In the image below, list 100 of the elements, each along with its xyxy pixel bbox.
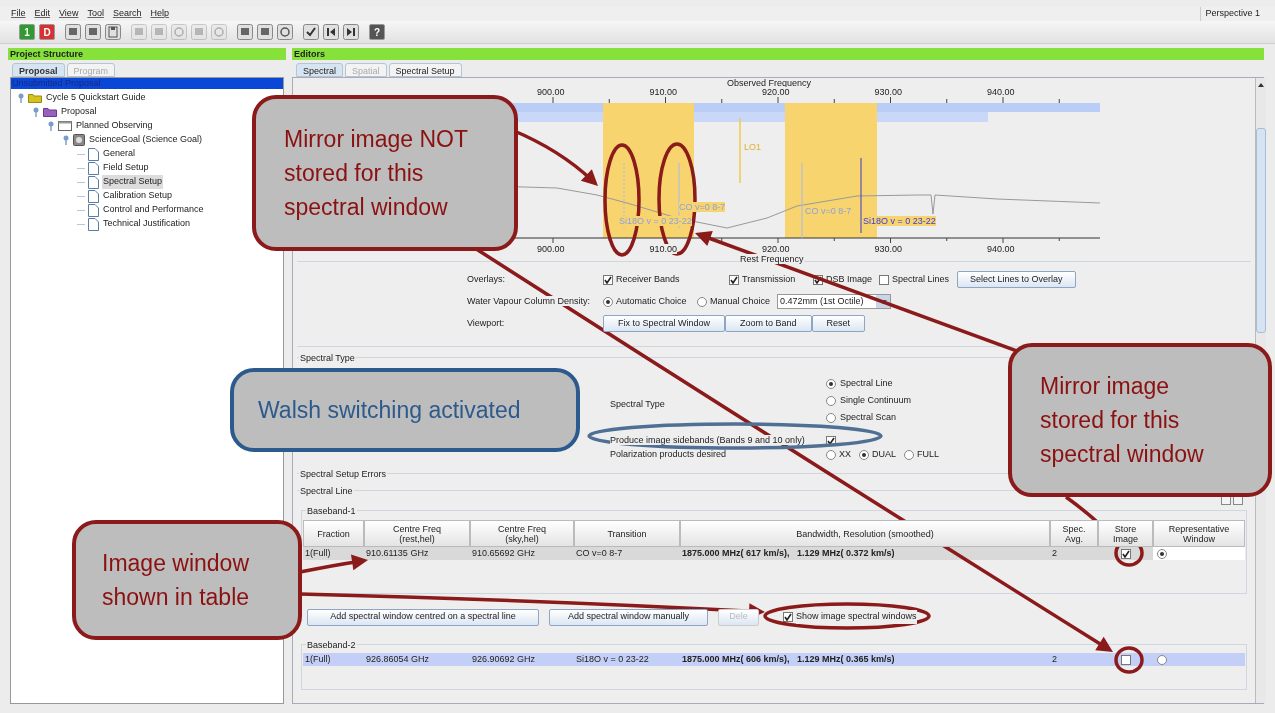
expand-handle-icon[interactable] bbox=[62, 135, 70, 145]
table-row[interactable]: 1(Full) 926.86054 GHz 926.90692 GHz Si18O v = 0 23-22 1875.000 MHz( 606 km/s), 1.129 MHz( 0.365 km/s) 2 bbox=[303, 653, 1245, 666]
checkmark-icon[interactable] bbox=[303, 24, 319, 40]
expand-handle-icon[interactable] bbox=[17, 93, 25, 103]
tree-item[interactable]: Planned Observing bbox=[75, 119, 154, 133]
checkbox[interactable] bbox=[813, 274, 823, 285]
button[interactable]: Zoom to Band bbox=[725, 315, 812, 332]
button[interactable]: Fix to Spectral Window bbox=[603, 315, 726, 332]
radio-label: Spectral Scan bbox=[840, 411, 897, 425]
save-icon[interactable] bbox=[105, 24, 121, 40]
menu-item[interactable]: Help bbox=[150, 7, 169, 21]
checkbox[interactable] bbox=[783, 612, 793, 622]
button[interactable]: Reset bbox=[811, 315, 866, 332]
column-header[interactable]: Centre Freq (rest,hel) bbox=[364, 520, 470, 547]
tree-item[interactable]: Calibration Setup bbox=[102, 189, 174, 203]
table-cell-text: 1(Full) bbox=[304, 652, 332, 666]
column-header[interactable]: Spec. Avg. bbox=[1050, 520, 1098, 547]
tree-item[interactable]: Technical Justification bbox=[102, 217, 192, 231]
tree-item[interactable]: Field Setup bbox=[102, 161, 150, 175]
table-row[interactable]: 1(Full) 910.61135 GHz 910.65692 GHz CO v=0 8-7 1875.000 MHz( 617 km/s), 1.129 MHz( 0.372 km/s) 2 bbox=[303, 547, 1245, 560]
radio-button[interactable] bbox=[826, 396, 836, 406]
scrollbar-thumb[interactable] bbox=[1256, 128, 1266, 333]
tab[interactable]: Spectral bbox=[296, 63, 344, 77]
tick-label: 910.00 bbox=[649, 244, 678, 254]
line-marker bbox=[623, 162, 625, 229]
button[interactable]: Add spectral window manually bbox=[549, 608, 708, 626]
expand-handle-icon[interactable] bbox=[32, 107, 40, 117]
checkbox[interactable] bbox=[879, 274, 889, 285]
toolbar-button[interactable]: 1 bbox=[19, 24, 35, 40]
column-header[interactable]: Centre Freq (sky,hel) bbox=[470, 520, 574, 547]
line-label: CO v=0 8-7 bbox=[805, 206, 852, 216]
menu-item[interactable]: File bbox=[11, 7, 26, 21]
panel-header: Project Structure bbox=[8, 48, 286, 60]
checkbox[interactable] bbox=[729, 274, 739, 285]
perspective-label[interactable]: Perspective 1 bbox=[1200, 7, 1264, 21]
button[interactable]: Select Lines to Overlay bbox=[957, 271, 1076, 288]
radio-label: FULL bbox=[917, 448, 940, 462]
radio-label: XX bbox=[839, 448, 851, 462]
radio-label: Single Continuum bbox=[840, 394, 912, 408]
folder-icon bbox=[28, 93, 42, 103]
line-label: CO v=0 8-7 bbox=[679, 202, 726, 212]
folder-icon bbox=[43, 107, 57, 117]
radio-button[interactable] bbox=[697, 296, 707, 307]
callout: Mirror image stored for this spectral window bbox=[1008, 343, 1272, 497]
tree-item[interactable]: Proposal bbox=[60, 105, 98, 119]
radio-label: DUAL bbox=[872, 448, 897, 462]
tab[interactable]: Proposal bbox=[12, 63, 65, 77]
radio-button[interactable] bbox=[859, 450, 869, 460]
column-header[interactable]: Bandwidth, Resolution (smoothed) bbox=[680, 520, 1050, 547]
tick-label: 930.00 bbox=[874, 87, 903, 97]
checkbox-label: Transmission bbox=[742, 272, 796, 286]
radio-label: Manual Choice bbox=[710, 294, 771, 308]
table-cell-text: 910.65692 GHz bbox=[471, 546, 537, 560]
tree-item[interactable]: General bbox=[102, 147, 137, 161]
menu-item[interactable]: Tool bbox=[87, 7, 104, 21]
radio-button[interactable] bbox=[1157, 654, 1167, 665]
radio-button[interactable] bbox=[603, 296, 613, 307]
radio-button[interactable] bbox=[826, 413, 836, 423]
field-label: Water Vapour Column Density: bbox=[467, 295, 591, 306]
button[interactable]: Add spectral window centred on a spectral line bbox=[307, 608, 539, 626]
radio-button[interactable] bbox=[826, 450, 836, 460]
field-label: Polarization products desired bbox=[610, 448, 728, 462]
radio-button[interactable] bbox=[1157, 548, 1167, 559]
table-cell-text: 2 bbox=[1051, 652, 1058, 666]
callout: Walsh switching activated bbox=[230, 368, 580, 452]
radio-button[interactable] bbox=[826, 379, 836, 389]
checkbox[interactable] bbox=[826, 436, 836, 446]
checkbox[interactable] bbox=[603, 274, 613, 285]
window-controls-icon[interactable] bbox=[1221, 496, 1243, 505]
dropdown[interactable]: 0.472mm (1st Octile) bbox=[777, 294, 891, 309]
radio-button[interactable] bbox=[904, 450, 915, 460]
radio-label: Automatic Choice bbox=[616, 294, 687, 308]
column-header[interactable]: Transition bbox=[574, 520, 680, 547]
column-header[interactable]: Fraction bbox=[303, 520, 364, 547]
tree-item[interactable]: Spectral Setup bbox=[102, 175, 164, 189]
skip-forward-icon[interactable] bbox=[343, 24, 359, 40]
checkbox[interactable] bbox=[1120, 548, 1131, 559]
tree-item[interactable]: Control and Performance bbox=[102, 203, 205, 217]
tab[interactable]: Spectral Setup bbox=[388, 63, 462, 77]
panel-header: Editors bbox=[292, 48, 1264, 60]
toolbar-button[interactable]: ? bbox=[369, 24, 385, 40]
checkbox[interactable] bbox=[1120, 654, 1131, 665]
column-header[interactable]: Store Image bbox=[1098, 520, 1153, 547]
circle-icon[interactable] bbox=[277, 24, 293, 40]
tree-item[interactable]: ScienceGoal (Science Goal) bbox=[88, 133, 204, 147]
axis-title: Rest Frequency bbox=[740, 254, 804, 264]
toolbar-button[interactable]: D bbox=[39, 24, 55, 40]
menu-item[interactable]: View bbox=[59, 7, 79, 21]
menu-item[interactable]: Edit bbox=[34, 7, 51, 21]
checkbox-label: Produce image sidebands (Bands 9 and 10 only) bbox=[610, 435, 805, 446]
table-cell-text: 910.61135 GHz bbox=[365, 546, 430, 560]
skip-back-icon[interactable] bbox=[323, 24, 339, 40]
table-cell-text: 926.90692 GHz bbox=[471, 652, 537, 666]
tick-label: 930.00 bbox=[874, 244, 903, 254]
tick-label: 920.00 bbox=[762, 244, 790, 254]
expand-handle-icon[interactable] bbox=[47, 121, 55, 131]
menu-item[interactable]: Search bbox=[112, 7, 142, 21]
table-cell-text: 1(Full) bbox=[304, 546, 332, 560]
column-header[interactable]: Representative Window bbox=[1153, 520, 1245, 547]
tree-item[interactable]: Cycle 5 Quickstart Guide bbox=[45, 91, 147, 105]
